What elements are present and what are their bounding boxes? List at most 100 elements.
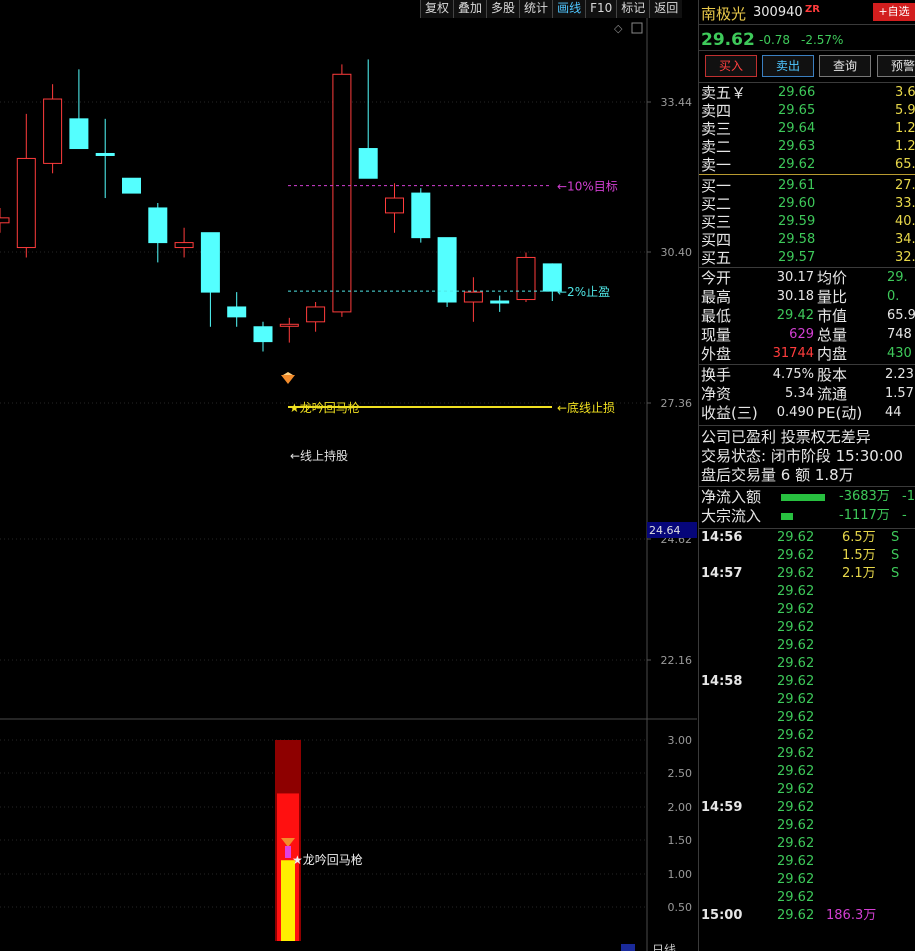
toolbar-item[interactable]: 多股 (486, 0, 520, 18)
separator (699, 528, 915, 529)
candlestick[interactable] (16, 113, 36, 258)
toolbar-item[interactable]: F10 (585, 0, 617, 18)
stat-value: 44 (885, 405, 902, 420)
add-favorite-button[interactable]: +自选 (873, 3, 915, 21)
stat-label: 收益(三) (701, 404, 758, 422)
book-price: 29.66 (778, 85, 816, 100)
kline-chart[interactable]: ◇33.4430.4027.3624.6222.1624.64 ←10%目标←2… (0, 18, 697, 951)
stat-label: 净资 (701, 385, 732, 403)
alert-button[interactable]: 预警 (877, 55, 915, 77)
query-button[interactable]: 查询 (819, 55, 871, 77)
scroll-handle[interactable] (621, 944, 635, 951)
tick-row: 29.62 1.5万 S (699, 547, 915, 565)
order-book-row: 买三 29.59 40.5 (699, 213, 915, 231)
candle-body (385, 197, 404, 214)
separator (699, 425, 915, 426)
flow-extra: - (902, 508, 907, 523)
tick-row: 29.62 (699, 745, 915, 763)
candlestick[interactable] (200, 232, 220, 327)
sub-y-tick-label: 2.50 (668, 767, 693, 780)
toolbar-item[interactable]: 统计 (519, 0, 553, 18)
candlestick[interactable] (306, 302, 326, 332)
stock-tag: ZR (805, 4, 820, 15)
tick-time: 14:58 (701, 674, 743, 689)
tick-price: 29.62 (777, 692, 815, 707)
candlestick[interactable] (463, 277, 483, 322)
stat-value: 30.17 (776, 270, 814, 285)
candlestick[interactable] (516, 252, 536, 303)
stat-label: 总量 (817, 326, 848, 344)
candlestick[interactable] (253, 321, 273, 352)
stat-value: 629 (789, 327, 814, 342)
stat-label: 市值 (817, 307, 848, 325)
sub-signal-annotation: ★龙吟回马枪 (292, 852, 363, 867)
candlestick[interactable] (332, 64, 352, 317)
y-tick-label: 33.44 (661, 96, 693, 109)
tick-row: 29.62 (699, 889, 915, 907)
flow-value: -3683万 (839, 489, 890, 504)
book-volume: 65.8 (895, 157, 915, 172)
book-price: 29.58 (778, 232, 816, 247)
candlestick[interactable] (411, 188, 431, 243)
tick-price: 29.62 (777, 764, 815, 779)
sub-y-tick-label: 1.00 (668, 868, 693, 881)
tick-price: 29.62 (777, 602, 815, 617)
candlestick[interactable] (490, 295, 510, 312)
tick-price: 29.62 (777, 746, 815, 761)
toolbar-item[interactable]: 标记 (616, 0, 650, 18)
candlestick[interactable] (385, 183, 404, 233)
toolbar-item[interactable]: 返回 (649, 0, 683, 18)
stat-label: PE(动) (817, 404, 863, 422)
y-tick-label: 27.36 (661, 397, 693, 410)
buy-button[interactable]: 买入 (705, 55, 757, 77)
book-price: 29.63 (778, 139, 816, 154)
stat-label: 均价 (817, 269, 848, 287)
candlestick[interactable] (174, 227, 194, 258)
candle-body (516, 256, 536, 301)
candlestick[interactable] (43, 84, 63, 174)
toolbar-item[interactable]: 叠加 (453, 0, 487, 18)
candlestick[interactable] (95, 118, 115, 199)
book-level-label: 买二 (701, 195, 732, 213)
y-tick-label: 22.16 (661, 654, 693, 667)
tick-row: 29.62 (699, 619, 915, 637)
tick-price: 29.62 (777, 818, 815, 833)
candlestick[interactable] (437, 237, 457, 307)
sell-button[interactable]: 卖出 (762, 55, 814, 77)
candlestick[interactable] (69, 69, 89, 150)
candle-body (279, 323, 299, 327)
stat-label: 现量 (701, 326, 732, 344)
tick-side: S (891, 530, 900, 545)
flow-row: 净流入额 -3683万 -1 (699, 488, 915, 506)
info-line: 公司已盈利 投票权无差异 (699, 428, 915, 446)
period-label[interactable]: 日线 (652, 941, 676, 951)
candlestick[interactable] (122, 177, 141, 194)
candlestick[interactable] (0, 207, 10, 233)
tick-row: 29.62 (699, 871, 915, 889)
book-level-label: 买四 (701, 231, 732, 249)
info-text: 盘后交易量 6 额 1.8万 (701, 466, 854, 484)
tick-volume: 1.5万 (842, 548, 876, 563)
stock-name[interactable]: 南极光 (701, 3, 746, 24)
candlestick[interactable] (148, 202, 168, 263)
candlestick[interactable] (358, 59, 378, 179)
stat-label: 最低 (701, 307, 732, 325)
candle-body (122, 177, 141, 194)
tick-price: 29.62 (777, 890, 815, 905)
candlestick[interactable] (279, 317, 299, 343)
order-book-row: 卖三 29.64 1.2 (699, 120, 915, 138)
book-volume: 5.9 (895, 103, 915, 118)
flow-bar (781, 494, 825, 501)
diamond-icon[interactable]: ◇ (614, 22, 623, 35)
toolbar-item[interactable]: 复权 (420, 0, 454, 18)
candlestick[interactable] (227, 292, 247, 327)
book-level-label: 买三 (701, 213, 732, 231)
stats-row: 今开 30.17 均价 29. (699, 269, 915, 287)
price-change: -0.78 (759, 33, 791, 47)
tick-price: 29.62 (777, 872, 815, 887)
toolbar-item[interactable]: 画线 (552, 0, 586, 18)
tick-price: 29.62 (777, 908, 815, 923)
candle-body (332, 73, 352, 313)
candle-body (43, 98, 63, 164)
layout-icon[interactable] (631, 22, 643, 34)
